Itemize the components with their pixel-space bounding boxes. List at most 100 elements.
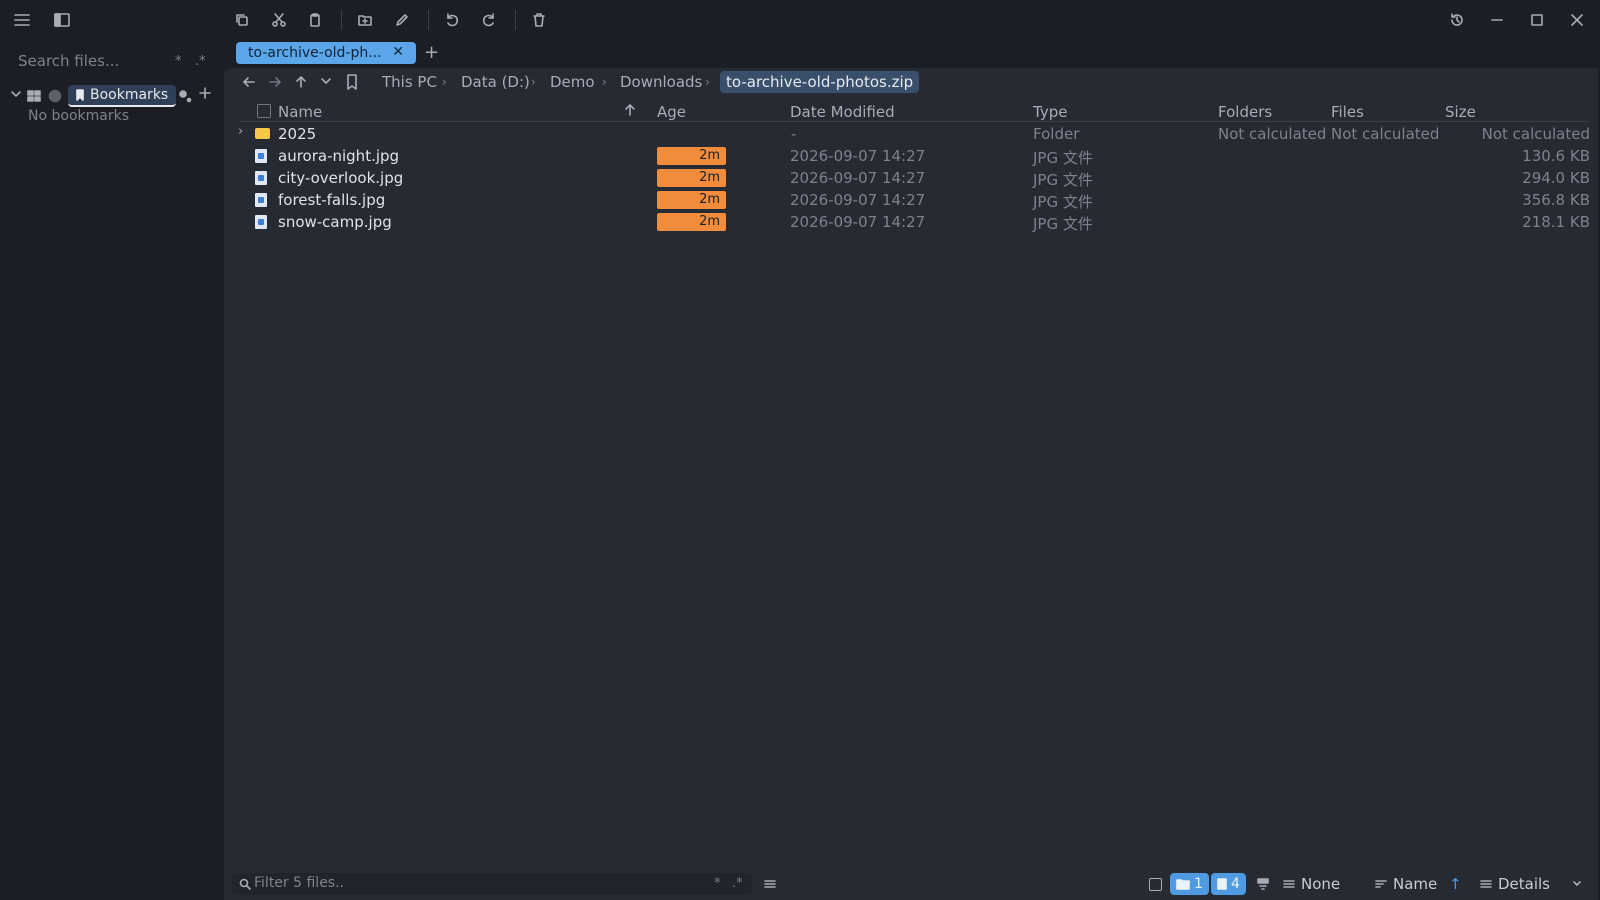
select-checkbox[interactable] (1149, 878, 1162, 891)
bookmark-settings-icon[interactable] (178, 89, 192, 103)
select-all-checkbox[interactable] (257, 104, 271, 118)
search-regex-toggle[interactable]: .* (195, 54, 206, 69)
table-row[interactable]: city-overlook.jpg 2m 2026-09-07 14:27 JP… (240, 167, 1590, 189)
row-type: Folder (1033, 125, 1080, 143)
row-type: JPG 文件 (1033, 215, 1093, 233)
filter-input[interactable]: Filter 5 files.. * .* (232, 873, 752, 895)
row-date: 2026-09-07 14:27 (790, 213, 926, 231)
column-header-name[interactable]: Name (278, 103, 322, 121)
undo-icon[interactable] (440, 8, 464, 32)
image-file-icon (255, 215, 267, 229)
minimize-icon[interactable] (1485, 8, 1509, 32)
row-date: 2026-09-07 14:27 (790, 191, 926, 209)
row-size: 356.8 KB (1522, 191, 1590, 209)
layout-toggle-icon[interactable] (1257, 878, 1269, 890)
row-type: JPG 文件 (1033, 193, 1093, 211)
tab-archive[interactable]: to-archive-old-ph... ✕ (236, 42, 416, 64)
table-row[interactable]: aurora-night.jpg 2m 2026-09-07 14:27 JPG… (240, 145, 1590, 167)
search-icon (239, 878, 251, 890)
sort-ascending-icon[interactable] (624, 104, 636, 116)
back-arrow-icon[interactable] (242, 75, 256, 89)
copy-icon[interactable] (230, 8, 254, 32)
search-wildcard-toggle[interactable]: * (175, 54, 182, 69)
group-by-button[interactable]: None (1283, 873, 1340, 895)
age-badge: 2m (657, 147, 726, 165)
row-name: city-overlook.jpg (278, 169, 404, 187)
history-icon[interactable] (1445, 8, 1469, 32)
bookmarks-tab[interactable]: Bookmarks (68, 85, 177, 107)
add-bookmark-icon[interactable] (199, 87, 211, 99)
folder-icon (255, 128, 270, 139)
toggle-sidebar-icon[interactable] (50, 8, 74, 32)
image-file-icon (255, 193, 267, 207)
column-header-size[interactable]: Size (1445, 103, 1476, 121)
filter-wildcard-toggle[interactable]: * (714, 876, 721, 891)
close-window-icon[interactable] (1565, 8, 1589, 32)
sort-by-label: Name (1393, 875, 1438, 893)
image-file-icon (255, 149, 267, 163)
rename-pencil-icon[interactable] (390, 8, 414, 32)
breadcrumb-downloads[interactable]: Downloads (620, 73, 702, 91)
filter-regex-toggle[interactable]: .* (732, 876, 743, 891)
history-dropdown-icon[interactable] (320, 75, 332, 87)
tab-close-icon[interactable]: ✕ (392, 44, 404, 60)
age-badge: 2m (657, 191, 726, 209)
row-name: 2025 (278, 125, 317, 143)
title-bar (0, 0, 1600, 40)
column-header-files[interactable]: Files (1331, 103, 1364, 121)
sidebar-search-input[interactable]: Search files... (18, 52, 119, 70)
table-row[interactable]: › 2025 - Folder Not calculated Not calcu… (238, 123, 1590, 145)
row-date: 2026-09-07 14:27 (790, 147, 926, 165)
bookmark-outline-icon[interactable] (345, 74, 359, 90)
folder-count-badge[interactable]: 1 (1170, 873, 1209, 895)
forward-arrow-icon[interactable] (268, 75, 282, 89)
paste-icon[interactable] (303, 8, 327, 32)
delete-trash-icon[interactable] (527, 8, 551, 32)
table-row[interactable]: snow-camp.jpg 2m 2026-09-07 14:27 JPG 文件… (240, 211, 1590, 233)
row-size: 218.1 KB (1522, 213, 1590, 231)
new-folder-icon[interactable] (353, 8, 377, 32)
bookmarks-label: Bookmarks (90, 87, 169, 103)
row-files: Not calculated (1331, 125, 1440, 143)
column-header-type[interactable]: Type (1033, 103, 1067, 121)
column-header-age[interactable]: Age (657, 103, 686, 121)
filter-placeholder: Filter 5 files.. (254, 875, 344, 891)
file-count-badge[interactable]: 4 (1211, 873, 1246, 895)
recent-clock-icon[interactable] (48, 89, 62, 103)
list-icon (1283, 878, 1295, 890)
breadcrumb-data-drive[interactable]: Data (D:) (461, 73, 530, 91)
redo-icon[interactable] (477, 8, 501, 32)
column-header-folders[interactable]: Folders (1218, 103, 1272, 121)
new-tab-button[interactable]: + (424, 42, 439, 63)
file-icon (1217, 878, 1227, 890)
column-header-date[interactable]: Date Modified (790, 103, 895, 121)
expand-chevron-icon[interactable]: › (238, 124, 243, 139)
sidebar: Search files... * .* Bookmarks No bookma… (0, 40, 222, 900)
row-type: JPG 文件 (1033, 171, 1093, 189)
grid-view-icon[interactable] (27, 89, 41, 103)
sort-by-button[interactable]: Name (1375, 873, 1437, 895)
maximize-icon[interactable] (1525, 8, 1549, 32)
row-date: - (791, 125, 797, 143)
row-folders: Not calculated (1218, 125, 1327, 143)
chevron-right-icon: › (705, 75, 710, 89)
chevron-right-icon: › (602, 75, 607, 89)
hamburger-menu-icon[interactable] (10, 8, 34, 32)
view-mode-label: Details (1498, 875, 1551, 893)
folder-icon (1176, 878, 1190, 890)
sort-direction-toggle[interactable]: ↑ (1449, 873, 1462, 895)
chevron-down-icon (1572, 879, 1582, 889)
breadcrumb-current[interactable]: to-archive-old-photos.zip (720, 71, 920, 93)
filter-options-icon[interactable] (764, 878, 776, 890)
row-name: aurora-night.jpg (278, 147, 400, 165)
image-file-icon (255, 171, 267, 185)
view-mode-dropdown[interactable]: Details (1480, 873, 1582, 895)
breadcrumb-demo[interactable]: Demo (550, 73, 595, 91)
breadcrumb-this-pc[interactable]: This PC (382, 73, 437, 91)
tab-label: to-archive-old-ph... (248, 45, 382, 61)
chevron-down-icon[interactable] (10, 88, 22, 100)
table-row[interactable]: forest-falls.jpg 2m 2026-09-07 14:27 JPG… (240, 189, 1590, 211)
row-size: 294.0 KB (1522, 169, 1590, 187)
cut-icon[interactable] (267, 8, 291, 32)
up-arrow-icon[interactable] (294, 75, 308, 89)
